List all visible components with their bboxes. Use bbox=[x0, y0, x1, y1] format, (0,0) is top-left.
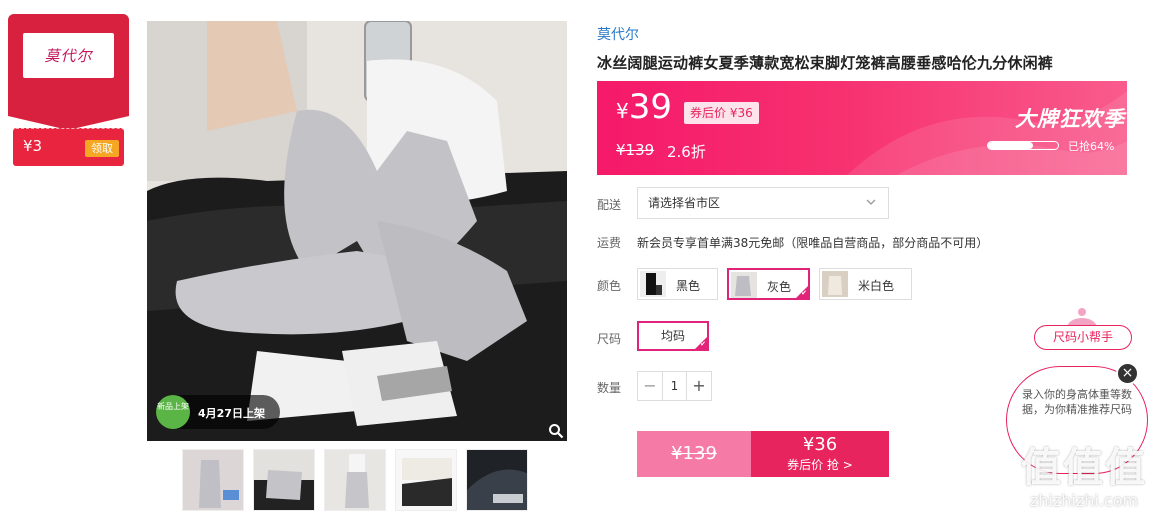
size-option-label: 均码 bbox=[660, 329, 685, 343]
size-label: 尺码 bbox=[597, 332, 622, 346]
coupon-header: 莫代尔 bbox=[8, 14, 129, 130]
color-option-label: 黑色 bbox=[676, 279, 701, 293]
check-icon: ✔ bbox=[801, 289, 807, 297]
quantity-stepper: − 1 + bbox=[637, 371, 712, 401]
original-price: ¥139 bbox=[616, 141, 655, 159]
delivery-label: 配送 bbox=[597, 198, 622, 212]
region-select[interactable]: 请选择省市区 bbox=[637, 187, 889, 219]
sold-progress-fill bbox=[988, 142, 1033, 149]
shipping-info: 新会员专享首单满38元免邮（限唯品自营商品，部分商品不可用） bbox=[637, 236, 989, 250]
zoom-icon[interactable] bbox=[548, 423, 564, 439]
color-swatch-black bbox=[640, 271, 666, 297]
chevron-down-icon bbox=[866, 199, 876, 205]
quantity-input[interactable]: 1 bbox=[662, 372, 687, 400]
new-arrival-date: 4月27日上架 bbox=[198, 407, 265, 420]
site-watermark: 值值值 zhizhizhi.com bbox=[1009, 444, 1159, 510]
brand-link[interactable]: 莫代尔 bbox=[597, 24, 639, 44]
size-option-onesize[interactable]: 均码 ✔ bbox=[637, 321, 709, 351]
shipping-label: 运费 bbox=[597, 236, 622, 250]
thumbnail-4[interactable] bbox=[395, 449, 457, 511]
coupon-amount: ¥3 bbox=[23, 137, 43, 155]
thumbnail-5[interactable] bbox=[466, 449, 528, 511]
color-option-ivory[interactable]: 米白色 bbox=[819, 268, 912, 300]
new-arrival-tag: 新品上架 4月27日上架 bbox=[156, 395, 280, 429]
thumbnail-1[interactable] bbox=[182, 449, 244, 511]
claim-coupon-button[interactable]: 领取 bbox=[85, 140, 119, 157]
thumbnail-2[interactable] bbox=[253, 449, 315, 511]
price-banner: ¥39 券后价 ¥36 ¥139 2.6折 大牌狂欢季 已抢64% bbox=[597, 81, 1127, 175]
quantity-label: 数量 bbox=[597, 381, 622, 395]
store-coupon-card: 莫代尔 ¥3 领取 bbox=[8, 14, 129, 166]
thumbnail-3[interactable] bbox=[324, 449, 386, 511]
discount-rate: 2.6折 bbox=[667, 143, 706, 161]
region-select-value: 请选择省市区 bbox=[648, 196, 721, 210]
color-swatch-gray bbox=[731, 272, 757, 298]
buy-now-button[interactable]: ¥36 券后价 抢 > bbox=[751, 431, 889, 477]
original-price-button[interactable]: ¥139 bbox=[637, 431, 751, 477]
main-product-image[interactable] bbox=[147, 21, 567, 441]
sold-progress-bar bbox=[987, 141, 1059, 150]
new-badge: 新品上架 bbox=[156, 395, 190, 429]
product-photo bbox=[147, 21, 567, 441]
close-icon[interactable]: × bbox=[1116, 362, 1139, 385]
current-price: ¥39 bbox=[616, 87, 672, 127]
price-currency: ¥ bbox=[616, 99, 629, 123]
thumbnail-strip bbox=[182, 449, 528, 511]
quantity-minus-button[interactable]: − bbox=[638, 372, 662, 400]
buy-price: ¥36 bbox=[802, 434, 838, 455]
price-value: 39 bbox=[628, 87, 672, 127]
quantity-plus-button[interactable]: + bbox=[687, 372, 711, 400]
color-option-label: 米白色 bbox=[858, 279, 895, 293]
coupon-footer: ¥3 领取 bbox=[13, 128, 124, 166]
sold-progress-text: 已抢64% bbox=[1068, 140, 1115, 153]
coupon-price-tag: 券后价 ¥36 bbox=[684, 102, 759, 124]
color-option-black[interactable]: 黑色 bbox=[637, 268, 718, 300]
color-option-gray[interactable]: 灰色 ✔ bbox=[727, 268, 810, 300]
watermark-logo: 值值值 bbox=[1021, 445, 1147, 491]
color-swatch-ivory bbox=[822, 271, 848, 297]
buy-label: 券后价 抢 > bbox=[787, 458, 853, 472]
color-label: 颜色 bbox=[597, 279, 622, 293]
size-helper-button[interactable]: 尺码小帮手 bbox=[1034, 325, 1132, 350]
check-icon: ✔ bbox=[700, 340, 706, 348]
product-title: 冰丝阔腿运动裤女夏季薄款宽松束脚灯笼裤高腰垂感哈伦九分休闲裤 bbox=[597, 54, 1054, 72]
watermark-domain: zhizhizhi.com bbox=[1029, 491, 1139, 510]
store-logo-text: 莫代尔 bbox=[44, 47, 93, 65]
event-label: 大牌狂欢季 bbox=[1015, 107, 1125, 131]
color-option-label: 灰色 bbox=[767, 280, 792, 294]
store-logo: 莫代尔 bbox=[23, 33, 114, 78]
